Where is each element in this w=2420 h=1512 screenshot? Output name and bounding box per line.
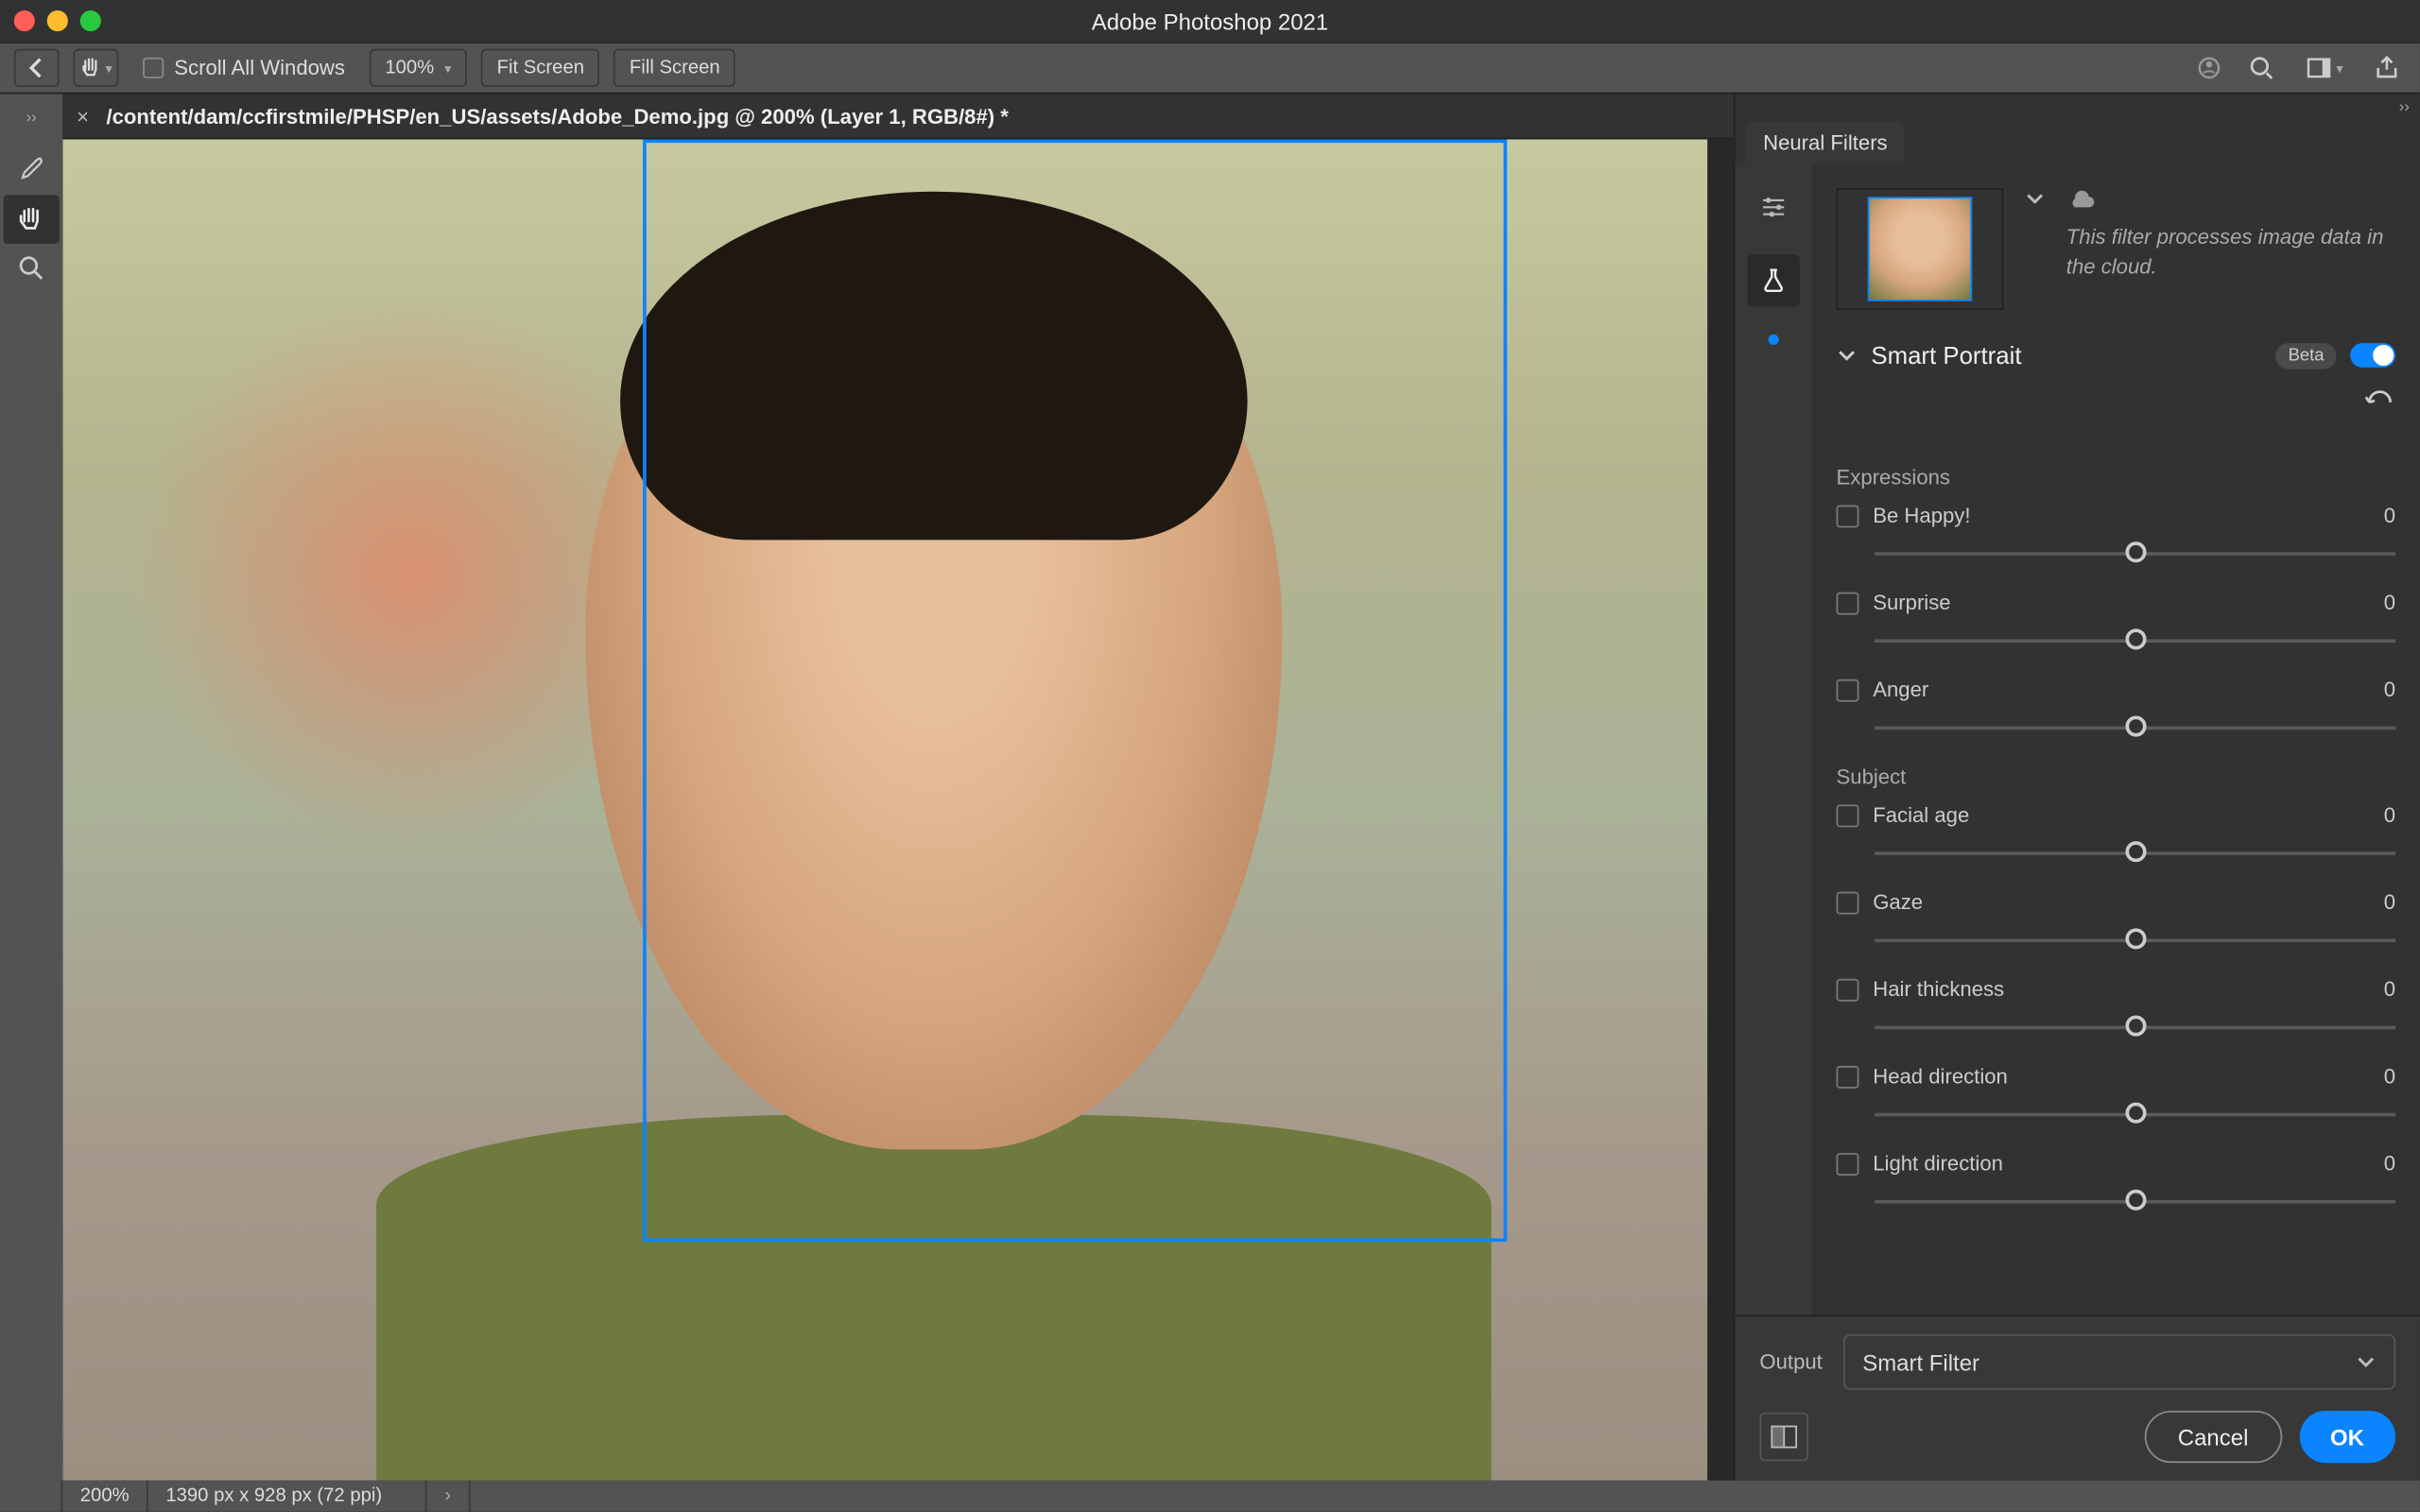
document-tab-label: /content/dam/ccfirstmile/PHSP/en_US/asse…: [106, 104, 1008, 129]
canvas-area: × /content/dam/ccfirstmile/PHSP/en_US/as…: [62, 94, 1733, 1481]
panel-expand-icon[interactable]: ››: [0, 105, 62, 129]
split-view-icon: [1770, 1425, 1797, 1450]
hand-tool-button[interactable]: ▾: [73, 49, 118, 88]
hand-tool[interactable]: [4, 195, 60, 244]
section-expressions: Expressions: [1837, 465, 2396, 490]
slider-thumb[interactable]: [2125, 628, 2146, 649]
checkbox-icon[interactable]: [1837, 1152, 1859, 1175]
titlebar: Adobe Photoshop 2021: [0, 0, 2420, 42]
checkbox-icon[interactable]: [1837, 891, 1859, 914]
filter-category-nav: [1736, 163, 1812, 1314]
fit-screen-button[interactable]: Fit Screen: [481, 49, 600, 88]
checkbox-icon[interactable]: [1837, 804, 1859, 827]
share-icon[interactable]: [2368, 49, 2407, 88]
zoom-tool[interactable]: [4, 244, 60, 293]
cloud-processing-note: This filter processes image data in the …: [2066, 188, 2395, 282]
nav-adjustments-icon[interactable]: [1748, 181, 1800, 233]
cloud-icon: [2066, 188, 2098, 213]
minimize-window-icon[interactable]: [47, 10, 68, 31]
ok-button[interactable]: OK: [2299, 1411, 2395, 1463]
slider-thumb[interactable]: [2125, 841, 2146, 862]
cancel-button[interactable]: Cancel: [2145, 1411, 2282, 1463]
face-dropdown[interactable]: [2025, 188, 2046, 209]
search-icon[interactable]: [2242, 49, 2281, 88]
before-after-toggle[interactable]: [1759, 1413, 1808, 1462]
beta-badge: Beta: [2276, 342, 2337, 369]
canvas[interactable]: [62, 139, 1733, 1480]
filter-enable-toggle[interactable]: [2350, 343, 2395, 368]
status-dimensions[interactable]: 1390 px x 928 px (72 ppi): [148, 1481, 427, 1512]
reset-button[interactable]: [2364, 390, 2395, 423]
scroll-all-windows-checkbox[interactable]: Scroll All Windows: [132, 56, 355, 80]
slider-be-happy[interactable]: Be Happy!0: [1837, 504, 2396, 570]
tab-neural-filters[interactable]: Neural Filters: [1746, 122, 1905, 163]
chevron-down-icon: [2356, 1351, 2377, 1372]
status-bar: 200% 1390 px x 928 px (72 ppi) ›: [0, 1481, 2420, 1512]
close-tab-icon[interactable]: ×: [77, 104, 89, 129]
fill-screen-button[interactable]: Fill Screen: [614, 49, 735, 88]
cloud-docs-icon[interactable]: [2190, 49, 2229, 88]
zoom-window-icon[interactable]: [80, 10, 101, 31]
magnifier-icon: [16, 252, 47, 284]
slider-thumb[interactable]: [2125, 541, 2146, 562]
section-subject: Subject: [1837, 765, 2396, 789]
workspace-switcher[interactable]: ▾: [2294, 49, 2354, 88]
window-title: Adobe Photoshop 2021: [1092, 8, 1328, 34]
chevron-down-icon: [2025, 188, 2046, 209]
brush-tool[interactable]: [4, 146, 60, 196]
slider-head-direction[interactable]: Head direction0: [1837, 1064, 2396, 1130]
chevron-down-icon[interactable]: [1837, 345, 1858, 366]
slider-thumb[interactable]: [2125, 1190, 2146, 1211]
back-button[interactable]: [14, 49, 60, 88]
sliders-icon: [1759, 194, 1787, 221]
status-zoom[interactable]: 200%: [62, 1481, 148, 1512]
slider-thumb[interactable]: [2125, 1103, 2146, 1124]
face-selection-overlay: [643, 139, 1507, 1242]
slider-thumb[interactable]: [2125, 715, 2146, 736]
face-thumbnail: [1868, 197, 1973, 301]
brush-icon: [16, 155, 47, 186]
slider-hair-thickness[interactable]: Hair thickness0: [1837, 977, 2396, 1043]
output-select[interactable]: Smart Filter: [1843, 1334, 2395, 1390]
scroll-all-windows-label: Scroll All Windows: [174, 56, 345, 80]
flask-icon: [1759, 266, 1787, 294]
checkbox-icon[interactable]: [1837, 679, 1859, 701]
slider-facial-age[interactable]: Facial age0: [1837, 803, 2396, 869]
status-more-icon[interactable]: ›: [427, 1481, 470, 1512]
panel-collapse-icon[interactable]: ››: [1736, 94, 2420, 119]
document-image: [62, 139, 1707, 1480]
hand-icon: [16, 204, 47, 235]
slider-gaze[interactable]: Gaze0: [1837, 890, 2396, 956]
neural-filters-panel: ›› Neural Filters: [1734, 94, 2420, 1481]
slider-light-direction[interactable]: Light direction0: [1837, 1151, 2396, 1217]
filter-name: Smart Portrait: [1871, 341, 2262, 369]
checkbox-icon[interactable]: [1837, 592, 1859, 614]
window-controls: [14, 10, 101, 31]
nav-beta-filters-icon[interactable]: [1748, 254, 1800, 306]
zoom-level-select[interactable]: 100% ▾: [370, 49, 467, 88]
hand-icon: [79, 56, 104, 80]
undo-icon: [2364, 390, 2395, 415]
output-label: Output: [1759, 1349, 1822, 1374]
nav-indicator-dot: [1769, 335, 1779, 345]
checkbox-icon[interactable]: [1837, 978, 1859, 1001]
slider-anger[interactable]: Anger0: [1837, 678, 2396, 744]
slider-thumb[interactable]: [2125, 928, 2146, 949]
face-thumbnail-select[interactable]: [1837, 188, 2004, 310]
close-window-icon[interactable]: [14, 10, 35, 31]
chevron-left-icon: [26, 58, 47, 78]
options-bar: ▾ Scroll All Windows 100% ▾ Fit Screen F…: [0, 42, 2420, 94]
slider-surprise[interactable]: Surprise0: [1837, 591, 2396, 657]
checkbox-icon[interactable]: [1837, 1065, 1859, 1088]
slider-thumb[interactable]: [2125, 1015, 2146, 1036]
checkbox-icon: [143, 58, 164, 78]
checkbox-icon[interactable]: [1837, 505, 1859, 527]
document-tab[interactable]: × /content/dam/ccfirstmile/PHSP/en_US/as…: [62, 94, 1733, 140]
tool-strip: ››: [0, 94, 62, 1481]
